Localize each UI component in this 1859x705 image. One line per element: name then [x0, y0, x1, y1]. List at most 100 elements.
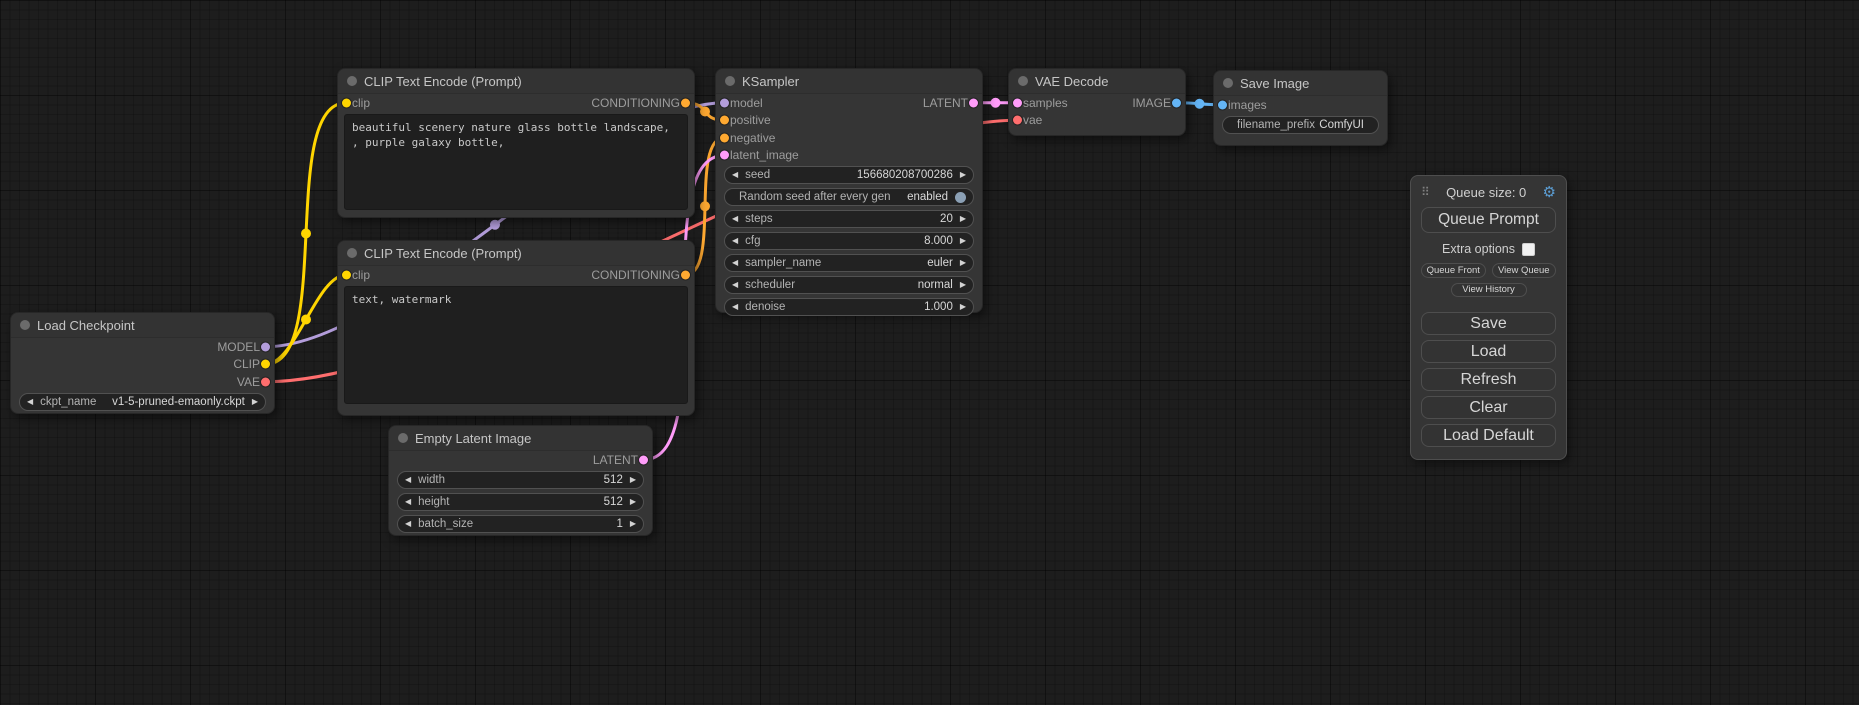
collapse-dot-icon[interactable] — [398, 433, 408, 443]
queue-size-label: Queue size: 0 — [1430, 185, 1543, 200]
port-label: LATENT — [923, 96, 968, 110]
collapse-dot-icon[interactable] — [725, 76, 735, 86]
node-ksampler[interactable]: KSampler model LATENT positive negative … — [715, 68, 983, 313]
clip-input-port[interactable] — [342, 270, 351, 279]
positive-prompt-textarea[interactable]: beautiful scenery nature glass bottle la… — [344, 114, 688, 210]
ckpt-name-widget[interactable]: ◀ ckpt_name v1-5-pruned-emaonly.ckpt ▶ — [19, 393, 266, 411]
widget-label: width — [418, 474, 445, 486]
widget-label: height — [418, 496, 449, 508]
increment-icon[interactable]: ▶ — [630, 498, 636, 506]
port-label: samples — [1023, 96, 1068, 110]
positive-input-port[interactable] — [720, 116, 729, 125]
node-clip-text-encode-negative[interactable]: CLIP Text Encode (Prompt) clip CONDITION… — [337, 240, 695, 416]
refresh-button[interactable]: Refresh — [1421, 368, 1556, 391]
extra-options-checkbox[interactable] — [1522, 243, 1535, 256]
decrement-icon[interactable]: ◀ — [27, 398, 33, 406]
increment-icon[interactable]: ▶ — [960, 171, 966, 179]
view-queue-button[interactable]: View Queue — [1492, 263, 1557, 278]
load-default-button[interactable]: Load Default — [1421, 424, 1556, 447]
steps-widget[interactable]: ◀ steps 20 ▶ — [724, 210, 974, 228]
collapse-dot-icon[interactable] — [347, 76, 357, 86]
node-load-checkpoint[interactable]: Load Checkpoint MODEL CLIP VAE ◀ ckpt_na… — [10, 312, 275, 414]
negative-input-port[interactable] — [720, 133, 729, 142]
cfg-widget[interactable]: ◀ cfg 8.000 ▶ — [724, 232, 974, 250]
node-title-bar[interactable]: CLIP Text Encode (Prompt) — [338, 241, 694, 266]
queue-prompt-button[interactable]: Queue Prompt — [1421, 207, 1556, 233]
random-seed-toggle-icon[interactable] — [955, 192, 966, 203]
increment-icon[interactable]: ▶ — [960, 281, 966, 289]
image-output-port[interactable] — [1172, 98, 1181, 107]
filename-prefix-widget[interactable]: filename_prefix ComfyUI — [1222, 116, 1379, 134]
increment-icon[interactable]: ▶ — [630, 520, 636, 528]
increment-icon[interactable]: ▶ — [960, 237, 966, 245]
widget-value: enabled — [907, 191, 948, 203]
collapse-dot-icon[interactable] — [347, 248, 357, 258]
vae-output-port[interactable] — [261, 377, 270, 386]
width-widget[interactable]: ◀ width 512 ▶ — [397, 471, 644, 489]
decrement-icon[interactable]: ◀ — [405, 520, 411, 528]
decrement-icon[interactable]: ◀ — [732, 281, 738, 289]
conditioning-output-port[interactable] — [681, 270, 690, 279]
decrement-icon[interactable]: ◀ — [732, 259, 738, 267]
node-vae-decode[interactable]: VAE Decode samples IMAGE vae — [1008, 68, 1186, 136]
node-title-bar[interactable]: Empty Latent Image — [389, 426, 652, 451]
settings-gear-icon[interactable]: ⚙ — [1543, 185, 1556, 200]
node-graph-canvas[interactable]: Load Checkpoint MODEL CLIP VAE ◀ ckpt_na… — [0, 0, 1859, 705]
decrement-icon[interactable]: ◀ — [732, 237, 738, 245]
images-input-port[interactable] — [1218, 100, 1227, 109]
latent-output-port[interactable] — [969, 98, 978, 107]
seed-widget[interactable]: ◀ seed 156680208700286 ▶ — [724, 166, 974, 184]
model-input-port[interactable] — [720, 98, 729, 107]
decrement-icon[interactable]: ◀ — [732, 215, 738, 223]
node-empty-latent-image[interactable]: Empty Latent Image LATENT ◀ width 512 ▶ … — [388, 425, 653, 536]
latent-output-port[interactable] — [639, 455, 648, 464]
samples-input-port[interactable] — [1013, 98, 1022, 107]
latent-image-input-port[interactable] — [720, 151, 729, 160]
collapse-dot-icon[interactable] — [1223, 78, 1233, 88]
conditioning-output-port[interactable] — [681, 98, 690, 107]
decrement-icon[interactable]: ◀ — [732, 303, 738, 311]
decrement-icon[interactable]: ◀ — [732, 171, 738, 179]
widget-label: batch_size — [418, 518, 473, 530]
vae-input-port[interactable] — [1013, 116, 1022, 125]
node-title-bar[interactable]: VAE Decode — [1009, 69, 1185, 94]
negative-prompt-textarea[interactable]: text, watermark — [344, 286, 688, 404]
collapse-dot-icon[interactable] — [1018, 76, 1028, 86]
widget-value: v1-5-pruned-emaonly.ckpt — [112, 396, 245, 408]
increment-icon[interactable]: ▶ — [630, 476, 636, 484]
batch-size-widget[interactable]: ◀ batch_size 1 ▶ — [397, 515, 644, 533]
increment-icon[interactable]: ▶ — [960, 259, 966, 267]
decrement-icon[interactable]: ◀ — [405, 476, 411, 484]
clip-input-port[interactable] — [342, 98, 351, 107]
model-output-port[interactable] — [261, 342, 270, 351]
widget-value: 20 — [940, 213, 953, 225]
node-clip-text-encode-positive[interactable]: CLIP Text Encode (Prompt) clip CONDITION… — [337, 68, 695, 218]
queue-front-button[interactable]: Queue Front — [1421, 263, 1486, 278]
sampler-name-widget[interactable]: ◀ sampler_name euler ▶ — [724, 254, 974, 272]
node-title-bar[interactable]: CLIP Text Encode (Prompt) — [338, 69, 694, 94]
clip-output-port[interactable] — [261, 360, 270, 369]
scheduler-widget[interactable]: ◀ scheduler normal ▶ — [724, 276, 974, 294]
view-history-button[interactable]: View History — [1451, 283, 1527, 297]
random-seed-toggle-widget[interactable]: Random seed after every gen enabled — [724, 188, 974, 206]
port-label: IMAGE — [1132, 96, 1171, 110]
save-button[interactable]: Save — [1421, 312, 1556, 335]
clear-button[interactable]: Clear — [1421, 396, 1556, 419]
menu-header: ⠿ Queue size: 0 ⚙ — [1421, 182, 1556, 202]
collapse-dot-icon[interactable] — [20, 320, 30, 330]
node-title-bar[interactable]: KSampler — [716, 69, 982, 94]
node-title-bar[interactable]: Save Image — [1214, 71, 1387, 96]
increment-icon[interactable]: ▶ — [960, 215, 966, 223]
increment-icon[interactable]: ▶ — [960, 303, 966, 311]
node-title: CLIP Text Encode (Prompt) — [364, 246, 522, 261]
node-save-image[interactable]: Save Image images filename_prefix ComfyU… — [1213, 70, 1388, 146]
increment-icon[interactable]: ▶ — [252, 398, 258, 406]
drag-handle-icon[interactable]: ⠿ — [1421, 185, 1430, 199]
widget-label: steps — [745, 213, 773, 225]
decrement-icon[interactable]: ◀ — [405, 498, 411, 506]
load-button[interactable]: Load — [1421, 340, 1556, 363]
denoise-widget[interactable]: ◀ denoise 1.000 ▶ — [724, 298, 974, 316]
height-widget[interactable]: ◀ height 512 ▶ — [397, 493, 644, 511]
widget-value: 8.000 — [924, 235, 953, 247]
node-title-bar[interactable]: Load Checkpoint — [11, 313, 274, 338]
